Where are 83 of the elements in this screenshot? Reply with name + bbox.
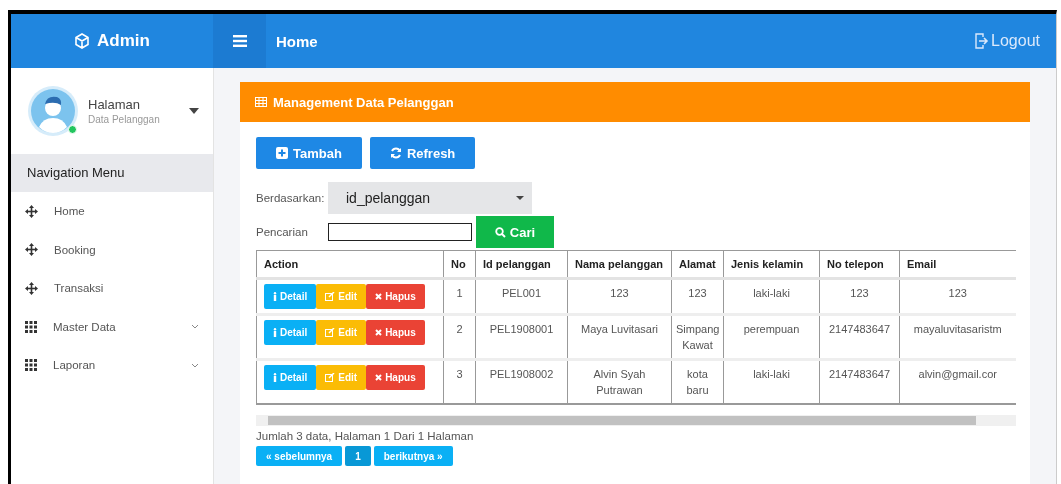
summary-text: Jumlah 3 data, Halaman 1 Dari 1 Halaman xyxy=(256,430,475,442)
user-subtitle: Data Pelanggan xyxy=(88,114,161,125)
plus-square-icon xyxy=(276,147,288,159)
nav-item[interactable]: Transaksi xyxy=(11,269,213,308)
close-icon xyxy=(375,293,383,300)
grid-icon xyxy=(25,320,37,333)
page-button[interactable]: « sebelumnya xyxy=(256,446,343,466)
add-button[interactable]: Tambah xyxy=(256,137,362,169)
table-cell: alvin@gmail.cor xyxy=(899,359,1016,404)
menu-icon xyxy=(232,35,247,47)
column-header: Alamat xyxy=(671,250,724,279)
search-label: Pencarian xyxy=(256,226,309,238)
table-cell: PEL001 xyxy=(475,278,568,315)
card-title: Management Data Pelanggan xyxy=(273,94,454,110)
nav-item[interactable]: Master Data xyxy=(11,307,213,346)
close-icon xyxy=(375,329,383,336)
info-icon xyxy=(273,328,277,337)
detail-button[interactable]: Detail xyxy=(264,365,317,390)
table-cell: PEL1908002 xyxy=(475,359,568,404)
search-icon xyxy=(494,226,506,238)
detail-button[interactable]: Detail xyxy=(264,284,317,309)
table-cell: Alvin Syah Putrawan xyxy=(567,359,672,404)
table-cell: 3 xyxy=(443,359,476,404)
table-cell: 123 xyxy=(671,278,724,315)
caret-icon[interactable] xyxy=(189,108,199,114)
nav-item[interactable]: Laporan xyxy=(11,346,213,385)
column-header: Action xyxy=(256,250,444,279)
page-title: Home xyxy=(276,32,319,50)
table-cell: laki-laki xyxy=(723,359,820,404)
table-cell: PEL1908001 xyxy=(475,314,568,360)
table-cell: 123 xyxy=(819,278,900,315)
delete-button[interactable]: Hapus xyxy=(366,365,425,390)
column-header: No telepon xyxy=(819,250,900,279)
column-header: No xyxy=(443,250,476,279)
table-cell: perempuan xyxy=(723,314,820,360)
table-cell: 123 xyxy=(899,278,1016,315)
edit-icon xyxy=(325,328,336,337)
table-icon xyxy=(255,97,267,107)
edit-icon xyxy=(325,373,336,382)
edit-icon xyxy=(325,292,336,301)
menu-button[interactable] xyxy=(213,14,266,68)
table-cell: laki-laki xyxy=(723,278,820,315)
table-cell: 2147483647 xyxy=(819,359,900,404)
nav-item[interactable]: Booking xyxy=(11,230,213,269)
move-arrows-icon xyxy=(25,281,38,295)
table-cell: kota baru xyxy=(671,359,724,404)
delete-button[interactable]: Hapus xyxy=(366,284,425,309)
table-cell: 2 xyxy=(443,314,476,360)
move-arrows-icon xyxy=(25,204,38,218)
logout-icon xyxy=(974,32,991,50)
column-header: Email xyxy=(899,250,1016,279)
info-icon xyxy=(273,292,277,301)
column-header: Nama pelanggan xyxy=(567,250,672,279)
grid-icon xyxy=(25,359,37,372)
search-field[interactable] xyxy=(328,223,472,241)
caret-icon xyxy=(516,196,524,200)
table-cell: mayaluvitasaristm xyxy=(899,314,1016,360)
user-name: Halaman xyxy=(88,97,142,112)
table-cell: Simpang Kawat xyxy=(671,314,724,360)
table-cell: 1 xyxy=(443,278,476,315)
move-arrows-icon xyxy=(25,243,38,257)
cube-icon xyxy=(74,33,91,49)
info-icon xyxy=(273,373,277,382)
filter-label: Berdasarkan: xyxy=(256,192,326,204)
nav-item[interactable]: Home xyxy=(11,192,213,231)
column-header: Id pelanggan xyxy=(475,250,568,279)
navigation-header: Navigation Menu xyxy=(11,154,213,192)
page-button[interactable]: 1 xyxy=(345,446,371,466)
filter-dropdown[interactable]: id_pelanggan xyxy=(328,182,532,214)
delete-button[interactable]: Hapus xyxy=(366,320,425,345)
horizontal-scrollbar[interactable] xyxy=(256,415,1016,426)
page-button[interactable]: berikutnya » xyxy=(373,446,453,466)
search-button[interactable]: Cari xyxy=(476,216,554,248)
column-header: Jenis kelamin xyxy=(723,250,820,279)
close-icon xyxy=(375,374,383,381)
table-cell: 123 xyxy=(567,278,672,315)
detail-button[interactable]: Detail xyxy=(264,320,317,345)
logout-button[interactable]: Logout xyxy=(974,32,1040,50)
brand-logo[interactable]: Admin xyxy=(11,31,213,51)
refresh-button[interactable]: Refresh xyxy=(369,137,476,169)
table-cell: 2147483647 xyxy=(819,314,900,360)
table-cell: Maya Luvitasari xyxy=(567,314,672,360)
refresh-icon xyxy=(389,147,402,159)
